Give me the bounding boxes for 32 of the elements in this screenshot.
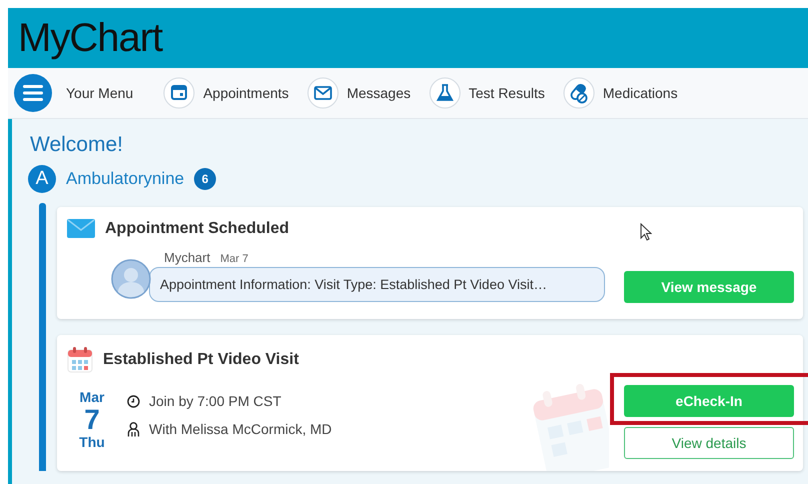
nav-link[interactable]: Your Menu bbox=[66, 85, 134, 101]
message-preview[interactable]: Appointment Information: Visit Type: Established Pt Video Visit… bbox=[149, 266, 605, 302]
visit-month: Mar bbox=[80, 389, 104, 405]
nav-link[interactable]: Medications bbox=[602, 85, 678, 101]
nav-link[interactable]: Appointments bbox=[203, 85, 289, 101]
envelope-icon[interactable] bbox=[306, 77, 339, 109]
sender-name: Mychart bbox=[164, 250, 210, 265]
visit-day: 7 bbox=[84, 405, 100, 434]
card-title: Appointment Scheduled bbox=[105, 220, 289, 238]
nav-link[interactable]: Test Results bbox=[468, 85, 545, 101]
person-icon bbox=[127, 422, 140, 436]
card-title: Established Pt Video Visit bbox=[103, 351, 299, 369]
clock-icon bbox=[127, 394, 140, 408]
calendar-icon[interactable] bbox=[163, 77, 196, 109]
menu-icon[interactable] bbox=[14, 74, 52, 112]
message-date: Mar 7 bbox=[220, 253, 248, 265]
pills-icon[interactable] bbox=[562, 77, 595, 109]
flask-icon[interactable] bbox=[428, 77, 461, 109]
visit-weekday: Thu bbox=[79, 434, 105, 450]
avatar-icon bbox=[111, 259, 151, 299]
notification-count: 6 bbox=[194, 168, 216, 190]
welcome-heading: Welcome! bbox=[30, 133, 123, 157]
nav-link[interactable]: Messages bbox=[346, 85, 411, 101]
join-time: Join by 7:00 PM CST bbox=[149, 393, 282, 409]
view-details-button[interactable]: View details bbox=[624, 427, 794, 459]
provider-name: With Melissa McCormick, MD bbox=[149, 421, 332, 437]
logo[interactable]: MyChart bbox=[18, 16, 162, 60]
cursor-icon bbox=[640, 223, 652, 241]
patient-name[interactable]: Ambulatorynine bbox=[66, 169, 184, 189]
envelope-icon bbox=[67, 219, 95, 238]
calendar-icon bbox=[67, 347, 93, 373]
patient-avatar: A bbox=[28, 165, 56, 193]
